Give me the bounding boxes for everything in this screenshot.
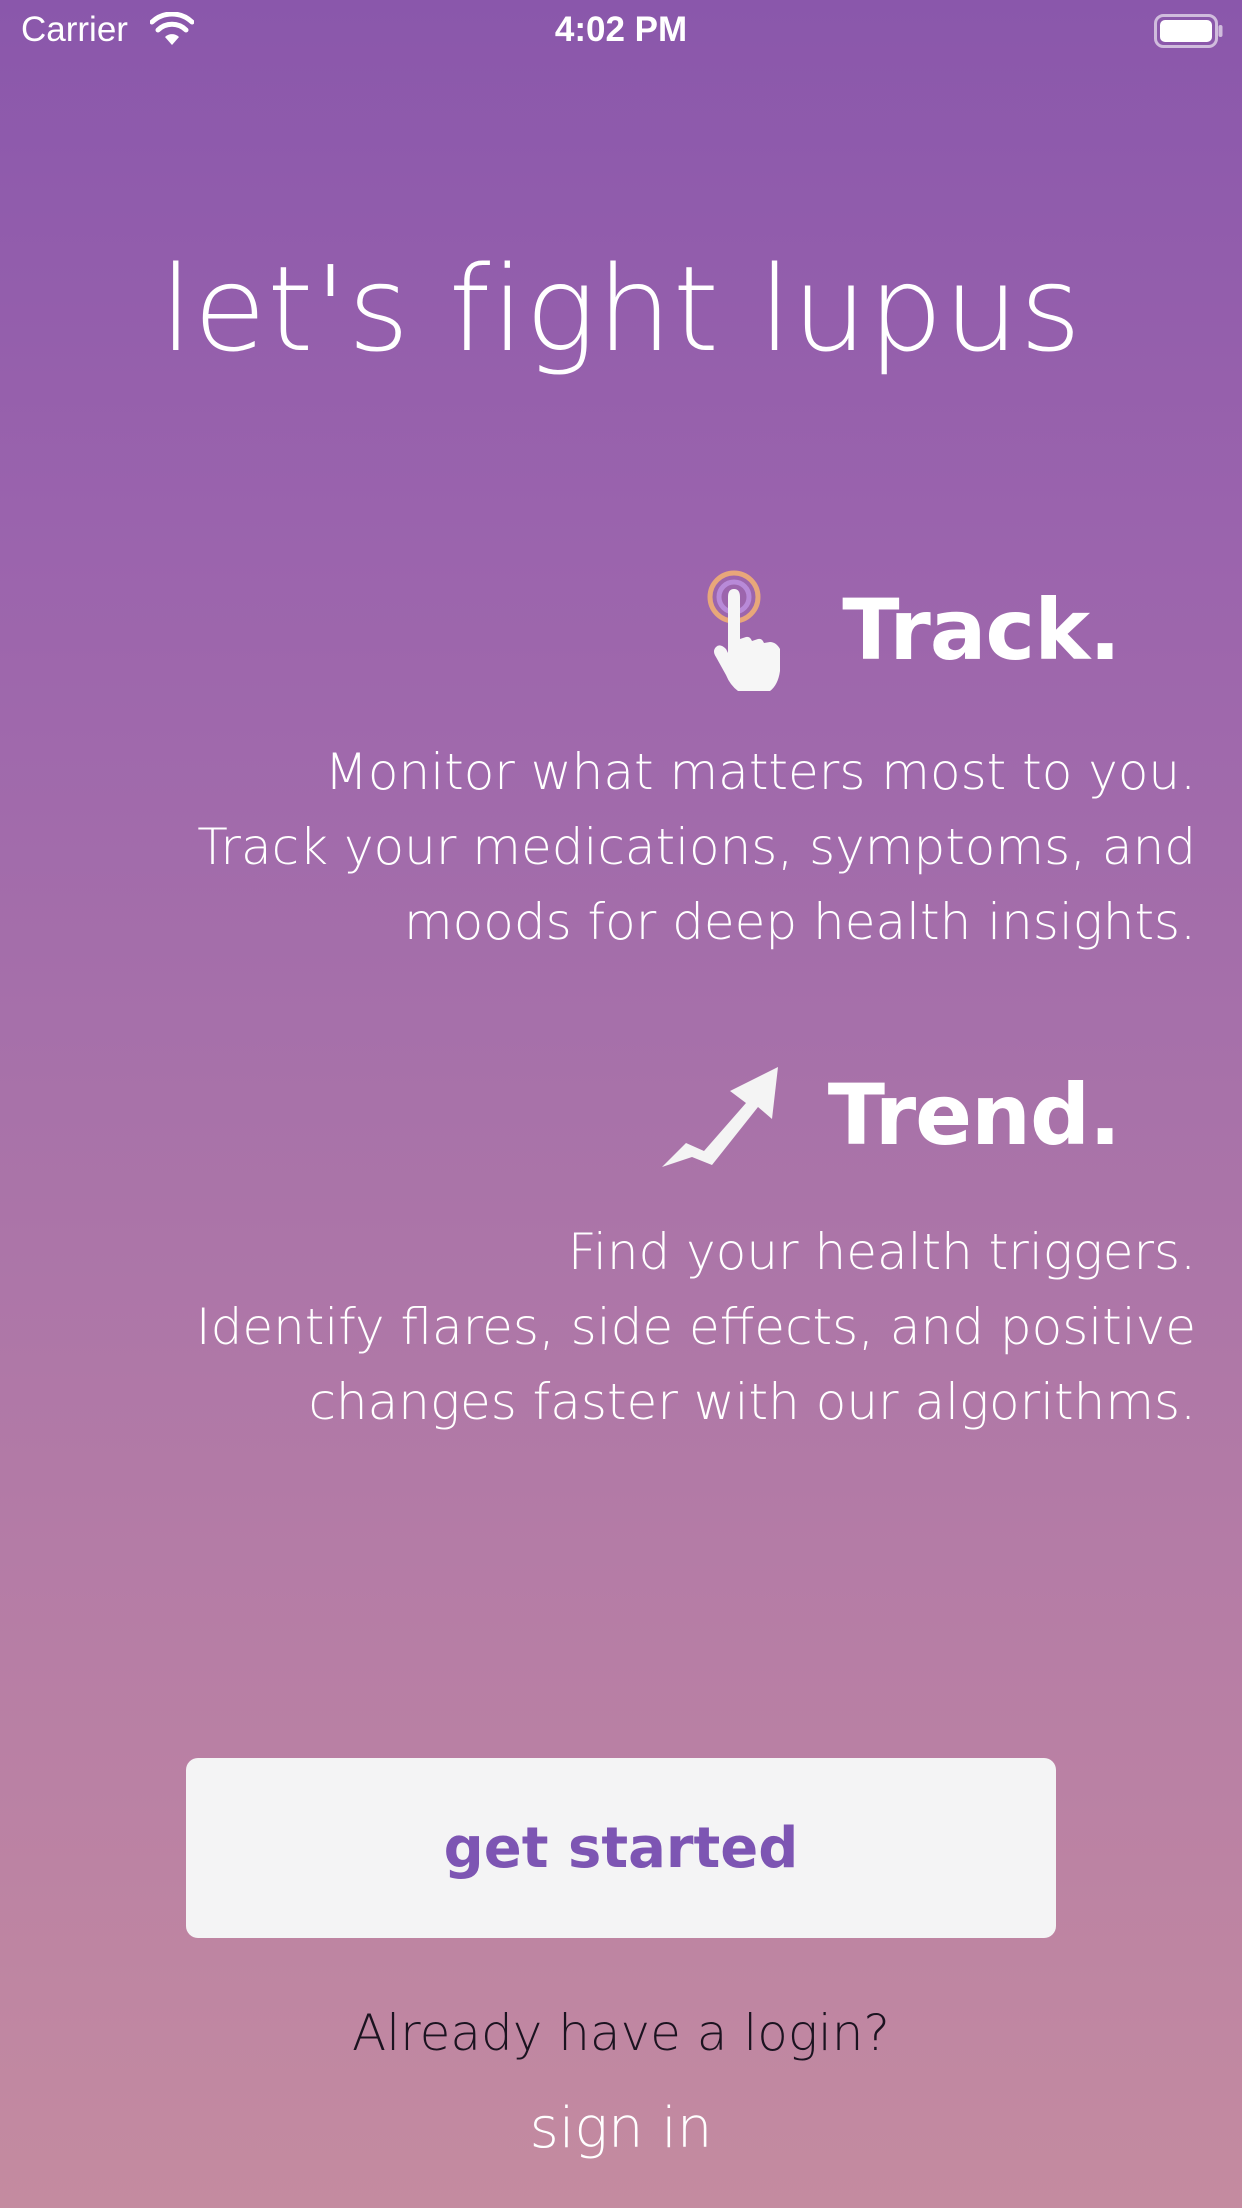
feature-track-header: Track. <box>702 560 1121 700</box>
feature-trend-line: Identify flares, side effects, and posit… <box>195 1298 1196 1356</box>
status-time: 4:02 PM <box>554 10 688 49</box>
feature-trend-header: Trend. <box>660 1055 1121 1175</box>
page-title: let's fight lupus <box>159 240 1083 378</box>
get-started-button[interactable]: get started <box>186 1758 1056 1938</box>
battery-icon <box>1154 14 1223 48</box>
feature-track-description: Monitor what matters most to you. Track … <box>197 735 1196 960</box>
feature-track-line: moods for deep health insights. <box>403 893 1196 951</box>
feature-track-title: Track. <box>842 581 1121 679</box>
tap-hand-icon <box>707 570 781 691</box>
feature-trend-line: Find your health triggers. <box>567 1223 1196 1281</box>
feature-track-line: Track your medications, symptoms, and <box>197 818 1196 876</box>
login-prompt: Already have a login? <box>352 2004 890 2062</box>
feature-trend-description: Find your health triggers. Identify flar… <box>196 1215 1196 1440</box>
status-bar: Carrier 4:02 PM <box>0 0 1242 60</box>
feature-trend-line: changes faster with our algorithms. <box>308 1373 1196 1431</box>
sign-in-link[interactable]: sign in <box>0 2096 1242 2161</box>
trend-arrow-icon <box>661 1067 778 1167</box>
feature-track-line: Monitor what matters most to you. <box>324 743 1196 801</box>
feature-trend-title: Trend. <box>827 1066 1121 1164</box>
